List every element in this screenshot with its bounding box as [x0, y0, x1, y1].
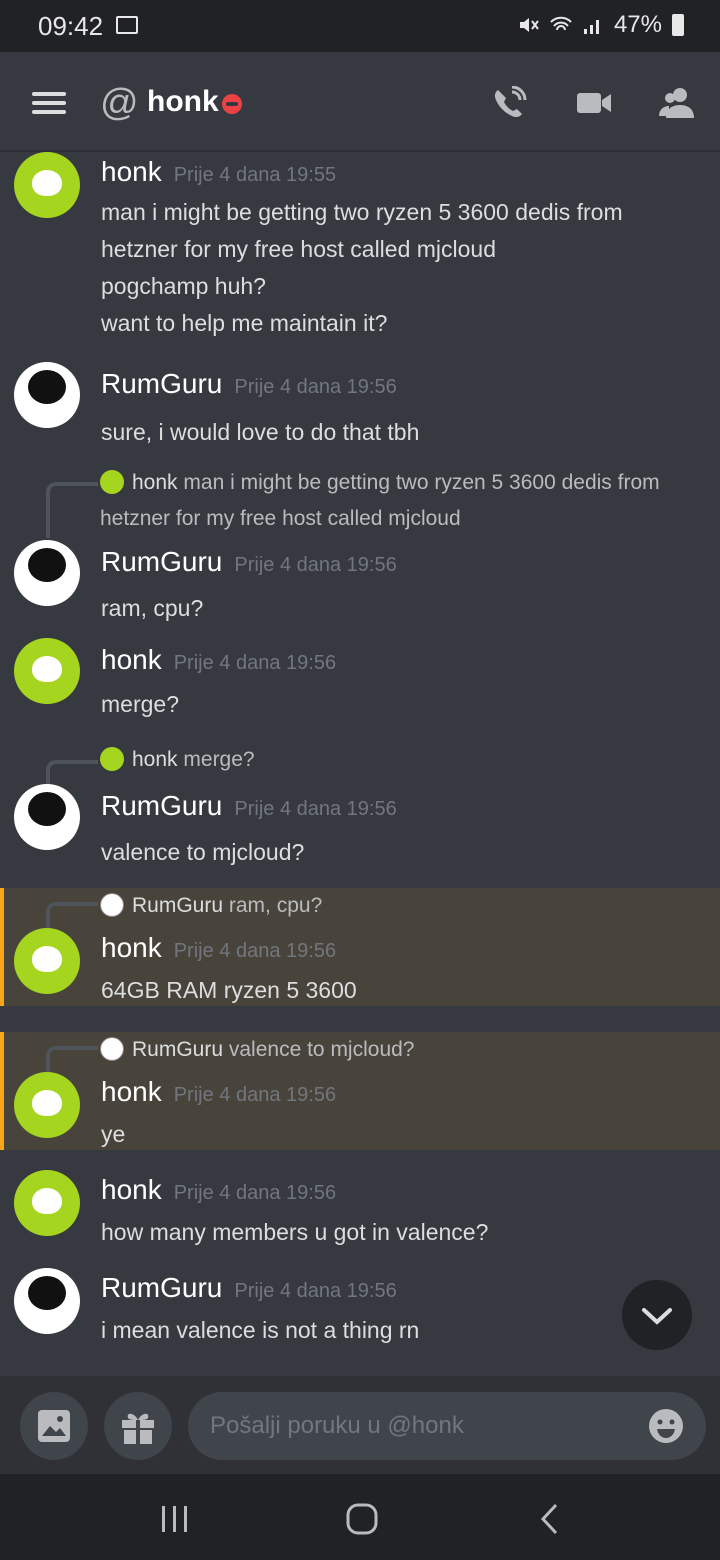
avatar[interactable]	[14, 784, 80, 850]
message: RumGuru Prije 4 dana 19:56 i mean valence…	[0, 1266, 720, 1366]
author-name[interactable]: honk	[101, 1076, 162, 1107]
timestamp: Prije 4 dana 19:56	[173, 1084, 337, 1106]
message-mention-highlight: RumGuru ram, cpu? honk Prije 4 dana 19:56…	[0, 888, 720, 1006]
author-name[interactable]: honk	[101, 644, 162, 675]
message: honk Prije 4 dana 19:56 merge?	[0, 636, 720, 736]
android-nav-bar	[0, 1474, 720, 1560]
avatar[interactable]	[14, 638, 80, 704]
reply-preview[interactable]: RumGuru ram, cpu?	[100, 888, 710, 924]
timestamp: Prije 4 dana 19:56	[234, 1280, 397, 1302]
avatar[interactable]	[14, 1072, 80, 1138]
gift-icon	[122, 1413, 154, 1444]
attach-image-button[interactable]	[20, 1392, 88, 1460]
author-name[interactable]: RumGuru	[101, 368, 222, 399]
reply-avatar	[100, 893, 124, 917]
reply-preview[interactable]: RumGuru valence to mjcloud?	[100, 1032, 710, 1068]
message: honk merge? RumGuru Prije 4 dana 19:56 va…	[0, 740, 720, 870]
avatar[interactable]	[14, 1170, 80, 1236]
wifi-icon	[550, 16, 572, 31]
message-input[interactable]: Pošalji poruku u @honk	[188, 1392, 706, 1460]
image-icon	[38, 1410, 70, 1442]
video-icon[interactable]	[575, 86, 613, 120]
message-input-placeholder: Pošalji poruku u @honk	[210, 1412, 464, 1439]
at-icon: @	[100, 82, 139, 124]
message-text: ye	[101, 1121, 126, 1147]
author-name[interactable]: honk	[101, 156, 162, 187]
avatar[interactable]	[14, 928, 80, 994]
message-text: 64GB RAM ryzen 5 3600	[101, 977, 357, 1003]
menu-icon[interactable]	[32, 92, 66, 114]
reply-preview-line: hetzner for my free host called mjcloud	[100, 507, 461, 530]
message-text: ram, cpu?	[101, 595, 204, 621]
emoji-icon[interactable]	[648, 1408, 684, 1444]
avatar[interactable]	[14, 540, 80, 606]
channel-title[interactable]: honk	[147, 85, 219, 119]
reply-avatar	[100, 747, 124, 771]
reply-avatar	[100, 470, 124, 494]
message-text: how many members u got in valence?	[101, 1219, 489, 1245]
status-bar: 09:42 47%	[0, 0, 720, 52]
members-icon[interactable]	[658, 86, 696, 120]
message-list[interactable]: honk Prije 4 dana 19:55 man i might be ge…	[0, 152, 720, 1376]
call-icon[interactable]	[490, 86, 528, 120]
gallery-notification-icon	[116, 16, 138, 34]
message-text: valence to mjcloud?	[101, 839, 305, 865]
reply-preview[interactable]: honk merge?	[100, 742, 710, 778]
battery-percent: 47%	[613, 11, 662, 38]
clock: 09:42	[38, 11, 104, 41]
message-text: i mean valence is not a thing rn	[101, 1317, 420, 1343]
timestamp: Prije 4 dana 19:56	[173, 940, 337, 962]
avatar[interactable]	[14, 362, 80, 428]
message: RumGuru Prije 4 dana 19:56 sure, i would …	[0, 360, 720, 460]
home-icon[interactable]	[345, 1502, 379, 1536]
reply-preview[interactable]: honk man i might be getting two ryzen 5 …	[100, 465, 710, 501]
author-name[interactable]: RumGuru	[101, 1272, 222, 1303]
message-text: merge?	[101, 691, 179, 717]
battery-icon	[672, 14, 684, 36]
signal-icon	[583, 20, 599, 34]
timestamp: Prije 4 dana 19:56	[234, 798, 397, 820]
message-text: man i might be getting two ryzen 5 3600 …	[101, 199, 623, 336]
message: honk Prije 4 dana 19:55 man i might be ge…	[0, 152, 720, 352]
author-name[interactable]: honk	[101, 932, 162, 963]
message: honk man i might be getting two ryzen 5 …	[0, 462, 720, 622]
back-icon[interactable]	[538, 1502, 562, 1536]
chevron-down-icon	[642, 1308, 672, 1325]
message-text: sure, i would love to do that tbh	[101, 419, 420, 445]
timestamp: Prije 4 dana 19:56	[234, 554, 397, 576]
message-composer: Pošalji poruku u @honk	[0, 1376, 720, 1474]
message: honk Prije 4 dana 19:56 how many members …	[0, 1168, 720, 1268]
avatar[interactable]	[14, 1268, 80, 1334]
message-mention-highlight: RumGuru valence to mjcloud? honk Prije 4 …	[0, 1032, 720, 1150]
jump-to-present-button[interactable]	[622, 1280, 692, 1350]
author-name[interactable]: honk	[101, 1174, 162, 1205]
timestamp: Prije 4 dana 19:56	[173, 1182, 337, 1204]
author-name[interactable]: RumGuru	[101, 546, 222, 577]
recents-icon[interactable]	[160, 1504, 190, 1534]
avatar[interactable]	[14, 152, 80, 218]
author-name[interactable]: RumGuru	[101, 790, 222, 821]
dnd-status-icon	[222, 94, 242, 114]
gift-button[interactable]	[104, 1392, 172, 1460]
chat-header: @ honk	[0, 52, 720, 150]
timestamp: Prije 4 dana 19:56	[173, 652, 337, 674]
mute-icon	[519, 18, 539, 32]
reply-avatar	[100, 1037, 124, 1061]
timestamp: Prije 4 dana 19:55	[173, 164, 337, 186]
timestamp: Prije 4 dana 19:56	[234, 376, 397, 398]
